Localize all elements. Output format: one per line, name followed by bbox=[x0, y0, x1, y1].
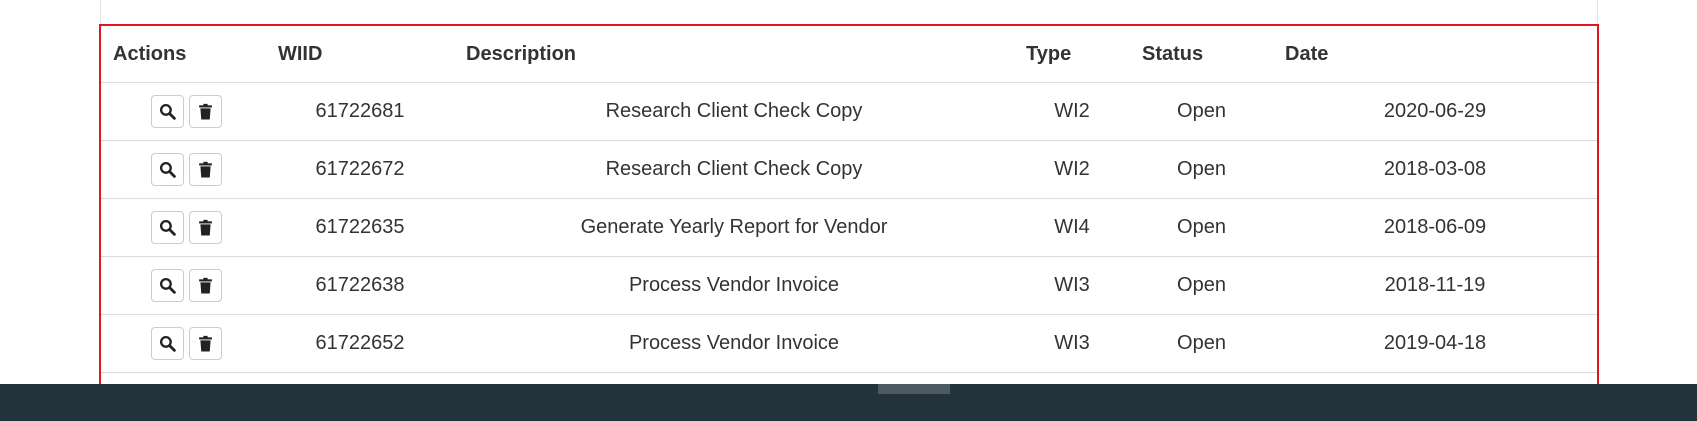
view-button[interactable] bbox=[151, 269, 184, 302]
delete-button[interactable] bbox=[189, 269, 222, 302]
trash-icon bbox=[199, 103, 212, 120]
cell-date: 2020-06-29 bbox=[1273, 82, 1597, 141]
delete-button[interactable] bbox=[189, 95, 222, 128]
row-actions bbox=[101, 82, 266, 141]
work-items-table: Actions WIID Description Type Status Dat… bbox=[101, 26, 1597, 394]
cell-type: WI2 bbox=[1014, 82, 1130, 141]
cell-type: WI4 bbox=[1014, 198, 1130, 257]
cell-status: Open bbox=[1130, 198, 1273, 257]
cell-wiid[interactable]: 61722681 bbox=[266, 82, 454, 141]
column-header-date[interactable]: Date bbox=[1273, 26, 1597, 83]
bottom-status-bar bbox=[0, 384, 1697, 421]
cell-status: Open bbox=[1130, 140, 1273, 199]
cell-description: Process Vendor Invoice bbox=[454, 256, 1014, 315]
trash-icon bbox=[199, 335, 212, 352]
view-button[interactable] bbox=[151, 153, 184, 186]
delete-button[interactable] bbox=[189, 211, 222, 244]
bottom-bar-tab[interactable] bbox=[878, 384, 950, 394]
row-actions bbox=[101, 198, 266, 257]
view-button[interactable] bbox=[151, 327, 184, 360]
cell-description: Generate Yearly Report for Vendor bbox=[454, 198, 1014, 257]
row-actions bbox=[101, 140, 266, 199]
column-header-description[interactable]: Description bbox=[454, 26, 1014, 83]
column-header-wiid[interactable]: WIID bbox=[266, 26, 454, 83]
table-header-row: Actions WIID Description Type Status Dat… bbox=[101, 26, 1597, 83]
search-icon bbox=[159, 219, 176, 236]
table-body: 61722681 Research Client Check Copy WI2 … bbox=[101, 82, 1597, 394]
search-icon bbox=[159, 277, 176, 294]
cell-date: 2018-11-19 bbox=[1273, 256, 1597, 315]
work-items-table-frame: Actions WIID Description Type Status Dat… bbox=[99, 24, 1599, 396]
row-actions bbox=[101, 314, 266, 373]
delete-button[interactable] bbox=[189, 153, 222, 186]
cell-date: 2018-03-08 bbox=[1273, 140, 1597, 199]
table-row: 61722681 Research Client Check Copy WI2 … bbox=[101, 82, 1597, 141]
cell-description: Research Client Check Copy bbox=[454, 140, 1014, 199]
trash-icon bbox=[199, 277, 212, 294]
cell-date: 2019-04-18 bbox=[1273, 314, 1597, 373]
trash-icon bbox=[199, 219, 212, 236]
column-header-type[interactable]: Type bbox=[1014, 26, 1130, 83]
cell-date: 2018-06-09 bbox=[1273, 198, 1597, 257]
page: Actions WIID Description Type Status Dat… bbox=[0, 0, 1697, 421]
search-icon bbox=[159, 103, 176, 120]
table-row: 61722652 Process Vendor Invoice WI3 Open… bbox=[101, 314, 1597, 373]
search-icon bbox=[159, 161, 176, 178]
cell-description: Process Vendor Invoice bbox=[454, 314, 1014, 373]
table-row: 61722635 Generate Yearly Report for Vend… bbox=[101, 198, 1597, 257]
column-header-status[interactable]: Status bbox=[1130, 26, 1273, 83]
column-header-actions: Actions bbox=[101, 26, 266, 83]
view-button[interactable] bbox=[151, 211, 184, 244]
cell-status: Open bbox=[1130, 82, 1273, 141]
cell-wiid[interactable]: 61722672 bbox=[266, 140, 454, 199]
view-button[interactable] bbox=[151, 95, 184, 128]
cell-wiid[interactable]: 61722635 bbox=[266, 198, 454, 257]
search-icon bbox=[159, 335, 176, 352]
cell-type: WI2 bbox=[1014, 140, 1130, 199]
row-actions bbox=[101, 256, 266, 315]
cell-type: WI3 bbox=[1014, 256, 1130, 315]
table-row: 61722672 Research Client Check Copy WI2 … bbox=[101, 140, 1597, 199]
cell-type: WI3 bbox=[1014, 314, 1130, 373]
cell-wiid[interactable]: 61722638 bbox=[266, 256, 454, 315]
table-row: 61722638 Process Vendor Invoice WI3 Open… bbox=[101, 256, 1597, 315]
cell-wiid[interactable]: 61722652 bbox=[266, 314, 454, 373]
cell-status: Open bbox=[1130, 314, 1273, 373]
delete-button[interactable] bbox=[189, 327, 222, 360]
cell-status: Open bbox=[1130, 256, 1273, 315]
trash-icon bbox=[199, 161, 212, 178]
cell-description: Research Client Check Copy bbox=[454, 82, 1014, 141]
